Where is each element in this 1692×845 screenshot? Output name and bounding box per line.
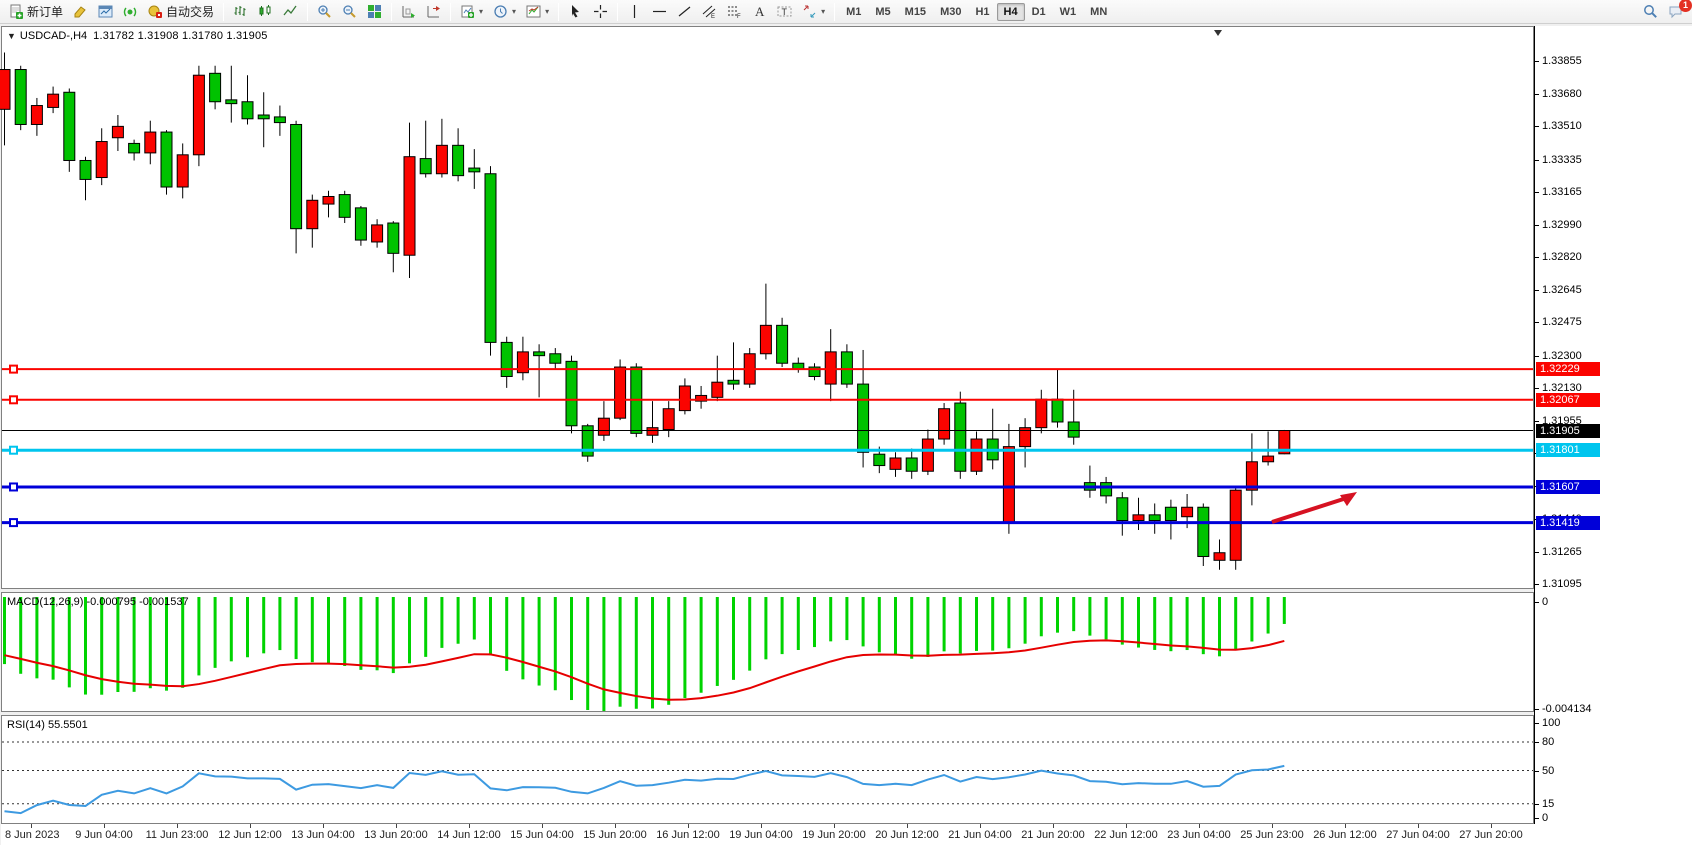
vline-button[interactable] xyxy=(622,2,647,22)
hline-icon xyxy=(652,4,667,19)
trendline-button[interactable] xyxy=(672,2,697,22)
channel-button[interactable]: E xyxy=(697,2,722,22)
tile-windows-icon xyxy=(367,4,382,19)
tile-windows-button[interactable] xyxy=(362,2,387,22)
templates-button[interactable]: ▾ xyxy=(521,2,554,22)
fibo-button[interactable]: F xyxy=(722,2,747,22)
autoscroll-button[interactable] xyxy=(396,2,421,22)
timeframe-M15[interactable]: M15 xyxy=(898,3,933,21)
chart-window: ▼ USDCAD-,H4 1.31782 1.31908 1.31780 1.319… xyxy=(0,24,1692,845)
candles-chart-button[interactable] xyxy=(253,2,278,22)
timeframe-M30[interactable]: M30 xyxy=(933,3,968,21)
editor-button[interactable] xyxy=(68,2,93,22)
chart-ohlc-values: 1.31782 1.31908 1.31780 1.31905 xyxy=(93,30,267,42)
label-icon: T xyxy=(777,4,792,19)
svg-text:F: F xyxy=(737,14,741,19)
cursor-button[interactable] xyxy=(563,2,588,22)
autotrading-icon xyxy=(148,4,163,19)
zoom-out-icon xyxy=(342,4,357,19)
crosshair-button[interactable] xyxy=(588,2,613,22)
signals-icon xyxy=(123,4,138,19)
templates-icon xyxy=(526,4,541,19)
svg-text:T: T xyxy=(782,7,788,17)
timeframe-M1[interactable]: M1 xyxy=(839,3,868,21)
autotrading-label: 自动交易 xyxy=(166,3,214,20)
cursor-icon xyxy=(568,4,583,19)
rsi-label: RSI(14) 55.5501 xyxy=(7,719,88,731)
editor-icon xyxy=(73,4,88,19)
timeframe-W1[interactable]: W1 xyxy=(1053,3,1084,21)
svg-text:A: A xyxy=(755,4,765,19)
price-tag: 1.32067 xyxy=(1536,393,1600,407)
crosshair-icon xyxy=(593,4,608,19)
chart-symbol-period: USDCAD-,H4 xyxy=(20,30,87,42)
arrows-icon xyxy=(802,4,817,19)
line-chart-icon xyxy=(283,4,298,19)
chart-title: ▼ USDCAD-,H4 1.31782 1.31908 1.31780 1.319… xyxy=(7,30,268,42)
vline-icon xyxy=(627,4,642,19)
bars-chart-icon xyxy=(233,4,248,19)
zoom-out-button[interactable] xyxy=(337,2,362,22)
autotrading-button[interactable]: 自动交易 xyxy=(143,2,219,22)
macd-label: MACD(12,26,9) -0.000795 -0.001537 xyxy=(7,596,189,608)
timeframe-H4[interactable]: H4 xyxy=(997,3,1025,21)
indicators-icon xyxy=(460,4,475,19)
price-tag: 1.31801 xyxy=(1536,443,1600,457)
text-icon: A xyxy=(752,4,767,19)
chart-shift-button[interactable] xyxy=(421,2,446,22)
label-button[interactable]: T xyxy=(772,2,797,22)
chart-shift-icon xyxy=(426,4,441,19)
price-tag: 1.31419 xyxy=(1536,516,1600,530)
timeframe-M5[interactable]: M5 xyxy=(868,3,897,21)
chart-shift-marker xyxy=(1214,30,1222,36)
timeframe-H1[interactable]: H1 xyxy=(968,3,996,21)
price-tag: 1.31905 xyxy=(1536,424,1600,438)
chart-canvas[interactable] xyxy=(0,24,1692,845)
fibo-icon: F xyxy=(727,4,742,19)
arrows-button[interactable]: ▾ xyxy=(797,2,830,22)
new-order-icon xyxy=(9,4,24,19)
timeframe-MN[interactable]: MN xyxy=(1083,3,1114,21)
text-button[interactable]: A xyxy=(747,2,772,22)
signals-button[interactable] xyxy=(118,2,143,22)
price-tag: 1.32229 xyxy=(1536,362,1600,376)
timeframe-D1[interactable]: D1 xyxy=(1025,3,1053,21)
new-chart-icon xyxy=(98,4,113,19)
periods-icon xyxy=(493,4,508,19)
ohlc-collapse-icon[interactable]: ▼ xyxy=(7,31,16,41)
periods-button[interactable]: ▾ xyxy=(488,2,521,22)
candles-chart-icon xyxy=(258,4,273,19)
trendline-icon xyxy=(677,4,692,19)
search-icon xyxy=(1643,4,1658,19)
bars-chart-button[interactable] xyxy=(228,2,253,22)
new-order-button[interactable]: 新订单 xyxy=(4,2,68,22)
chat-button[interactable]: 1 xyxy=(1663,2,1688,22)
channel-icon: E xyxy=(702,4,717,19)
new-chart-button[interactable] xyxy=(93,2,118,22)
zoom-in-icon xyxy=(317,4,332,19)
timeframe-group: M1M5M15M30H1H4D1W1MN xyxy=(839,0,1114,24)
hline-button[interactable] xyxy=(647,2,672,22)
svg-text:E: E xyxy=(711,14,715,19)
search-button[interactable] xyxy=(1638,2,1663,22)
price-tag: 1.31607 xyxy=(1536,480,1600,494)
line-chart-button[interactable] xyxy=(278,2,303,22)
main-toolbar: 新订单 自动交易 ▾ ▾ ▾ E F A T ▾ M1M5M15M30H1H4D1… xyxy=(0,0,1692,24)
new-order-label: 新订单 xyxy=(27,3,63,20)
indicators-button[interactable]: ▾ xyxy=(455,2,488,22)
notification-badge: 1 xyxy=(1679,0,1692,12)
zoom-in-button[interactable] xyxy=(312,2,337,22)
autoscroll-icon xyxy=(401,4,416,19)
